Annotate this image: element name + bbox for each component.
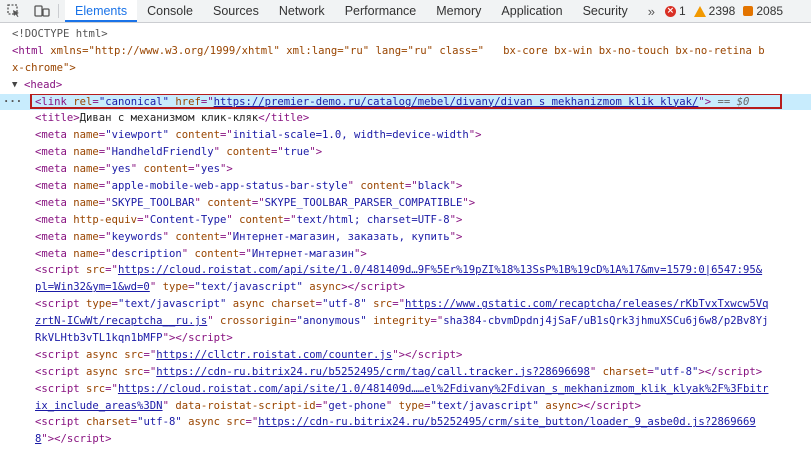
- meta-content: Интернет-магазин, заказать, купить: [232, 230, 450, 243]
- meta-name: keywords: [111, 230, 163, 243]
- dom-node[interactable]: <script src="https://cloud.roistat.com/a…: [0, 262, 811, 279]
- dom-node-continued: x-chrome">: [0, 60, 811, 77]
- integrity-value-continued: RkVLHtb3vTL1kqn1bMFP: [35, 332, 163, 345]
- script-src-link[interactable]: https://cllctr.roistat.com/counter.js: [156, 349, 392, 361]
- selected-dom-node[interactable]: ··· <link rel="canonical" href="https://p…: [0, 93, 811, 111]
- info-icon: [743, 6, 754, 16]
- dom-node[interactable]: <script src="https://cloud.roistat.com/a…: [0, 381, 811, 398]
- dom-tree: <!DOCTYPE html> <html xmlns="http://www.…: [0, 26, 811, 448]
- script-src-link-continued[interactable]: zrtN-ICwWt/recaptcha__ru.js: [35, 315, 207, 327]
- script-src-link[interactable]: https://cloud.roistat.com/api/site/1.0/4…: [118, 264, 762, 276]
- dom-node[interactable]: <script type="text/javascript" async cha…: [0, 296, 811, 313]
- highlight-box: [30, 93, 782, 109]
- data-roistat-id: get-phone: [328, 399, 386, 412]
- dom-node[interactable]: <script charset="utf-8" async src="https…: [0, 414, 811, 431]
- dom-node[interactable]: <meta name="viewport" content="initial-s…: [0, 127, 811, 144]
- html-attrs-continued: x-chrome">: [12, 61, 76, 74]
- meta-content: yes: [200, 163, 221, 176]
- title-text: Диван с механизмом клик-кляк: [79, 112, 259, 125]
- tab-network[interactable]: Network: [269, 0, 335, 22]
- inspect-element-icon[interactable]: [0, 0, 28, 22]
- html-attrs: xmlns="http://www.w3.org/1999/xhtml" xml…: [50, 44, 765, 57]
- dom-node[interactable]: <meta name="HandheldFriendly" content="t…: [0, 144, 811, 161]
- device-toolbar-icon[interactable]: [28, 0, 56, 22]
- meta-name: yes: [111, 163, 131, 176]
- tab-sources[interactable]: Sources: [203, 0, 269, 22]
- more-tabs-icon[interactable]: »: [638, 0, 661, 22]
- script-src-link[interactable]: https://www.gstatic.com/recaptcha/releas…: [405, 298, 769, 310]
- error-counter[interactable]: × 1: [664, 0, 686, 22]
- tab-elements[interactable]: Elements: [65, 0, 138, 22]
- meta-name: HandheldFriendly: [111, 146, 214, 159]
- more-options-icon[interactable]: ···: [3, 94, 22, 111]
- tab-application[interactable]: Application: [491, 0, 572, 22]
- meta-http-equiv: Content-Type: [149, 213, 227, 226]
- error-count: 1: [678, 4, 686, 18]
- doctype-text: <!DOCTYPE html>: [12, 28, 108, 40]
- meta-name: apple-mobile-web-app-status-bar-style: [111, 180, 348, 193]
- dom-node-continued: RkVLHtb3vTL1kqn1bMFP"></script>: [35, 332, 233, 345]
- script-src-link[interactable]: https://cdn-ru.bitrix24.ru/b5252495/crm/…: [156, 366, 590, 378]
- info-count: 2085: [756, 4, 784, 18]
- tab-memory[interactable]: Memory: [426, 0, 491, 22]
- devtools-tabs: Elements Console Sources Network Perform…: [65, 0, 638, 22]
- meta-viewport-content: initial-scale=1.0, width=device-width: [232, 129, 469, 142]
- error-icon: ×: [664, 5, 676, 17]
- warning-counter[interactable]: 2398: [693, 0, 736, 22]
- tab-performance[interactable]: Performance: [335, 0, 427, 22]
- expand-triangle-icon[interactable]: ▼: [12, 77, 17, 94]
- dom-node[interactable]: <!DOCTYPE html>: [0, 26, 811, 43]
- dom-node[interactable]: <meta name="apple-mobile-web-app-status-…: [0, 178, 811, 195]
- info-counter[interactable]: 2085: [743, 0, 783, 22]
- dom-node[interactable]: <script async src="https://cdn-ru.bitrix…: [0, 364, 811, 381]
- warning-count: 2398: [708, 4, 736, 18]
- dom-node-continued: ix_include_areas%3DN" data-roistat-scrip…: [35, 399, 641, 412]
- meta-name: description: [111, 247, 182, 260]
- tab-security[interactable]: Security: [573, 0, 638, 22]
- dom-node[interactable]: <title>Диван с механизмом клик-кляк</tit…: [0, 110, 811, 127]
- head-tag: <head>: [24, 78, 63, 91]
- dom-node[interactable]: <meta name="description" content="Интерн…: [0, 246, 811, 263]
- integrity-value: sha384-cbvmDpdnj4jSaF/uB1sQrk3jhmuXSCu6j…: [443, 315, 769, 328]
- devtools-toolbar: Elements Console Sources Network Perform…: [0, 0, 811, 23]
- script-src-link[interactable]: https://cloud.roistat.com/api/site/1.0/4…: [118, 383, 769, 395]
- dom-node[interactable]: <script async src="https://cllctr.roista…: [0, 347, 811, 364]
- meta-content: SKYPE_TOOLBAR_PARSER_COMPATIBLE: [264, 196, 463, 209]
- meta-content: text/html; charset=UTF-8: [296, 213, 450, 226]
- script-src-link[interactable]: https://cdn-ru.bitrix24.ru/b5252495/crm/…: [258, 416, 755, 428]
- dom-node-continued: 8"></script>: [35, 433, 112, 446]
- meta-content: black: [417, 180, 450, 193]
- meta-content: true: [283, 146, 310, 159]
- dom-node[interactable]: <html xmlns="http://www.w3.org/1999/xhtm…: [0, 43, 811, 60]
- dom-node-continued: zrtN-ICwWt/recaptcha__ru.js" crossorigin…: [35, 315, 769, 328]
- tab-console[interactable]: Console: [137, 0, 203, 22]
- dom-node[interactable]: <meta name="SKYPE_TOOLBAR" content="SKYP…: [0, 195, 811, 212]
- toolbar-divider: [58, 4, 59, 18]
- warning-icon: [693, 5, 706, 17]
- dom-node[interactable]: <meta name="yes" content="yes">: [0, 161, 811, 178]
- dom-node-continued: pl=Win32&ym=1&wd=0" type="text/javascrip…: [35, 281, 405, 294]
- meta-content: Интернет-магазин: [251, 247, 354, 260]
- dom-node[interactable]: <meta http-equiv="Content-Type" content=…: [0, 212, 811, 229]
- dom-node[interactable]: <meta name="keywords" content="Интернет-…: [0, 229, 811, 246]
- script-src-link-continued[interactable]: pl=Win32&ym=1&wd=0: [35, 281, 150, 293]
- meta-name: SKYPE_TOOLBAR: [111, 196, 195, 209]
- script-src-link-continued[interactable]: ix_include_areas%3DN: [35, 400, 163, 412]
- dom-node[interactable]: ▼ <head>: [0, 77, 811, 94]
